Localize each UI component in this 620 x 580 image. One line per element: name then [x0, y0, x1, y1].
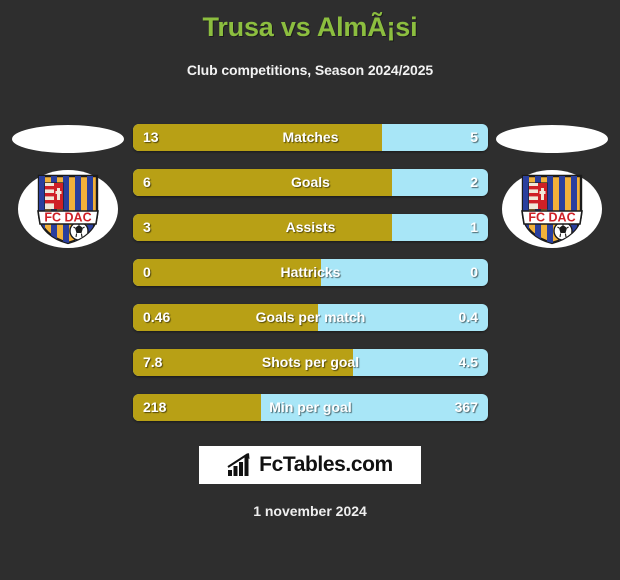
stat-label: Matches [282, 129, 339, 145]
stat-row: 0 Hattricks 0 [133, 259, 488, 286]
stat-row: 218 Min per goal 367 [133, 394, 488, 421]
away-stat-value: 0 [470, 264, 478, 280]
home-team-block: FC DAC [8, 125, 128, 248]
away-team-block: FC DAC [492, 125, 612, 248]
comparison-stats-chart: 13 Matches 5 6 Goals 2 3 Assists 1 0 Hat… [133, 124, 488, 439]
fc-dac-crest-icon: FC DAC [37, 174, 99, 245]
stat-label: Goals per match [255, 309, 366, 325]
svg-text:FC DAC: FC DAC [528, 211, 575, 225]
stat-row: 6 Goals 2 [133, 169, 488, 196]
away-stat-value: 367 [454, 399, 478, 415]
stat-label: Hattricks [280, 264, 341, 280]
stat-label: Assists [285, 219, 336, 235]
stat-label: Min per goal [269, 399, 352, 415]
bar-chart-growth-icon [227, 453, 250, 476]
away-stat-value: 4.5 [458, 354, 478, 370]
svg-text:FC DAC: FC DAC [44, 211, 91, 225]
home-team-name-plate [12, 125, 124, 153]
fctables-logo-text: FcTables.com [259, 453, 393, 476]
away-stat-value: 0.4 [458, 309, 478, 325]
away-team-name-plate [496, 125, 608, 153]
stat-label: Shots per goal [261, 354, 360, 370]
away-team-logo: FC DAC [502, 170, 602, 248]
stat-row: 3 Assists 1 [133, 214, 488, 241]
away-stat-value: 5 [470, 129, 478, 145]
stat-row: 7.8 Shots per goal 4.5 [133, 349, 488, 376]
home-team-logo: FC DAC [18, 170, 118, 248]
stat-row: 13 Matches 5 [133, 124, 488, 151]
footer-date: 1 november 2024 [253, 503, 367, 519]
stat-row: 0.46 Goals per match 0.4 [133, 304, 488, 331]
fc-dac-crest-icon: FC DAC [521, 174, 583, 245]
away-stat-value: 1 [470, 219, 478, 235]
page-title: Trusa vs AlmÃ¡si [202, 12, 418, 42]
page-subtitle: Club competitions, Season 2024/2025 [186, 62, 434, 78]
fctables-logo[interactable]: FcTables.com [199, 446, 421, 484]
stat-label: Goals [291, 174, 330, 190]
away-stat-value: 2 [470, 174, 478, 190]
